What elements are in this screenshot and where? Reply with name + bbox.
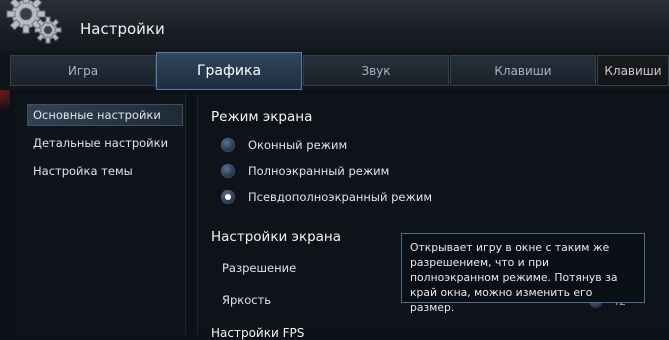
fps-settings-heading: Настройки FPS — [211, 326, 305, 340]
brightness-label: Яркость — [222, 293, 272, 307]
sidebar-item-detailed-settings[interactable]: Детальные настройки — [16, 131, 184, 155]
borderless-mode-radio[interactable] — [221, 190, 235, 204]
resolution-label: Разрешение — [222, 261, 297, 275]
fullscreen-mode-label[interactable]: Полноэкранный режим — [248, 164, 389, 178]
screen-mode-heading: Режим экрана — [211, 109, 313, 125]
tab-graphics[interactable]: Графика — [156, 52, 302, 90]
screen-settings-heading: Настройки экрана — [211, 229, 342, 245]
tab-keys[interactable]: Клавиши — [450, 55, 596, 86]
tab-keys-2[interactable]: Клавиши — [597, 55, 669, 86]
tab-sound[interactable]: Звук — [303, 55, 449, 86]
borderless-mode-label[interactable]: Псевдополноэкранный режим — [248, 190, 432, 204]
tab-game[interactable]: Игра — [10, 55, 156, 86]
window-title: Настройки — [80, 20, 165, 38]
sidebar-item-theme-settings[interactable]: Настройка темы — [16, 159, 184, 183]
tooltip: Открывает игру в окне с таким же разреше… — [401, 233, 645, 314]
sidebar-item-basic-settings[interactable]: Основные настройки — [27, 104, 183, 126]
settings-gear-icon — [6, 0, 62, 44]
windowed-mode-radio[interactable] — [221, 138, 235, 152]
title-bar: Настройки — [0, 0, 669, 52]
windowed-mode-label[interactable]: Оконный режим — [248, 138, 347, 152]
fullscreen-mode-radio[interactable] — [221, 164, 235, 178]
